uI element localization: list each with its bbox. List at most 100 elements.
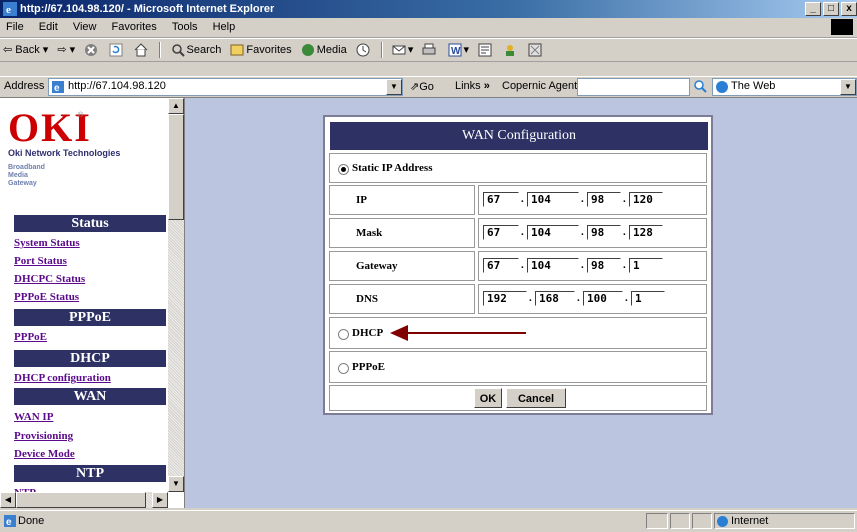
- go-button[interactable]: ⇗Go: [410, 80, 434, 93]
- status-panel: [692, 513, 712, 529]
- nav-link-port-status[interactable]: Port Status: [14, 255, 67, 267]
- print-button[interactable]: [419, 39, 441, 61]
- research-button[interactable]: [525, 39, 547, 61]
- static-ip-row[interactable]: Static IP Address: [329, 153, 707, 183]
- horizontal-scroll-thumb[interactable]: [16, 492, 146, 508]
- cancel-button[interactable]: Cancel: [506, 388, 566, 408]
- horizontal-scrollbar[interactable]: ◀ ▶: [0, 492, 168, 508]
- ip-octet-2[interactable]: 104: [527, 192, 579, 207]
- go-arrow-icon: ⇗: [410, 81, 420, 93]
- ip-octet-1[interactable]: 67: [483, 192, 519, 207]
- web-search-select[interactable]: The Web ▼: [712, 78, 857, 96]
- nav-link-pppoe-status[interactable]: PPPoE Status: [14, 291, 79, 303]
- svg-text:W: W: [451, 46, 461, 57]
- menu-favorites[interactable]: Favorites: [106, 21, 163, 33]
- vertical-scrollbar[interactable]: ▲ ▼: [168, 98, 184, 492]
- media-label: Media: [316, 44, 347, 56]
- scroll-down-button[interactable]: ▼: [168, 476, 184, 492]
- ip-label: IP: [329, 185, 475, 215]
- address-input[interactable]: e http://67.104.98.120 ▼: [48, 78, 403, 96]
- ip-octet-4[interactable]: 120: [629, 192, 663, 207]
- edit-button[interactable]: W ▾: [445, 39, 473, 61]
- close-button[interactable]: x: [841, 2, 857, 16]
- nav-link-wan-ip[interactable]: WAN IP: [14, 411, 53, 423]
- main-content-frame: WAN Configuration Static IP Address IP 6…: [185, 98, 857, 508]
- internet-zone-icon: [717, 515, 728, 527]
- refresh-button[interactable]: [106, 39, 128, 61]
- scroll-left-button[interactable]: ◀: [0, 492, 16, 508]
- dns-octet-1[interactable]: 192: [483, 291, 527, 306]
- copernic-input[interactable]: [577, 78, 690, 96]
- go-label: Go: [419, 81, 434, 93]
- forward-button[interactable]: ⇨ ▾: [54, 39, 78, 61]
- messenger-button[interactable]: [500, 39, 522, 61]
- mask-octet-2[interactable]: 104: [527, 225, 579, 240]
- media-button[interactable]: Media: [298, 39, 350, 61]
- toolbar-separator: [380, 42, 383, 59]
- octet-dot: .: [529, 292, 532, 304]
- gateway-value-cell: 67. 104. 98. 1: [478, 251, 707, 281]
- nav-link-pppoe[interactable]: PPPoE: [14, 331, 47, 343]
- mask-octet-4[interactable]: 128: [629, 225, 663, 240]
- links-button[interactable]: Links »: [455, 80, 490, 92]
- nav-link-system-status[interactable]: System Status: [14, 237, 80, 249]
- favorites-button[interactable]: Favorites: [227, 39, 294, 61]
- menu-view[interactable]: View: [67, 21, 103, 33]
- stop-button[interactable]: [81, 39, 103, 61]
- search-button[interactable]: Search: [168, 39, 225, 61]
- history-button[interactable]: [353, 39, 375, 61]
- search-magnifier-icon[interactable]: [694, 80, 707, 93]
- ip-octet-3[interactable]: 98: [587, 192, 621, 207]
- wan-configuration-title: WAN Configuration: [329, 121, 709, 151]
- pppoe-row[interactable]: PPPoE: [329, 351, 707, 383]
- gateway-octet-4[interactable]: 1: [629, 258, 663, 273]
- dhcp-radio[interactable]: [338, 329, 349, 340]
- nav-link-dhcp-configuration[interactable]: DHCP configuration: [14, 372, 111, 384]
- address-dropdown-button[interactable]: ▼: [386, 79, 402, 95]
- address-url: http://67.104.98.120: [68, 80, 166, 92]
- nav-link-device-mode[interactable]: Device Mode: [14, 448, 75, 460]
- ok-button[interactable]: OK: [474, 388, 502, 408]
- mail-button[interactable]: ▾: [389, 39, 417, 61]
- nav-link-dhcpc-status[interactable]: DHCPC Status: [14, 273, 85, 285]
- print-icon: [422, 43, 436, 55]
- menu-file[interactable]: File: [0, 21, 30, 33]
- nav-header-status: Status: [14, 215, 166, 232]
- mask-octet-1[interactable]: 67: [483, 225, 519, 240]
- gateway-octet-3[interactable]: 98: [587, 258, 621, 273]
- ie-icon: e: [3, 2, 17, 16]
- static-ip-label: Static IP Address: [352, 162, 433, 174]
- dhcp-row[interactable]: DHCP: [329, 317, 707, 349]
- pppoe-label: PPPoE: [352, 361, 385, 373]
- gateway-octet-1[interactable]: 67: [483, 258, 519, 273]
- scroll-right-button[interactable]: ▶: [152, 492, 168, 508]
- favorites-label: Favorites: [246, 44, 292, 56]
- gateway-octet-2[interactable]: 104: [527, 258, 579, 273]
- dns-label: DNS: [329, 284, 475, 314]
- back-button[interactable]: ⇦ Back ▾: [0, 39, 51, 61]
- forward-arrow-icon: ⇨: [57, 44, 67, 56]
- home-button[interactable]: [131, 39, 153, 61]
- web-search-dropdown-button[interactable]: ▼: [840, 79, 856, 95]
- pppoe-radio[interactable]: [338, 363, 349, 374]
- mask-octet-3[interactable]: 98: [587, 225, 621, 240]
- back-arrow-icon: ⇦: [3, 44, 13, 56]
- dns-octet-3[interactable]: 100: [583, 291, 623, 306]
- minimize-button[interactable]: _: [805, 2, 821, 16]
- menu-help[interactable]: Help: [207, 21, 242, 33]
- menu-tools[interactable]: Tools: [166, 21, 204, 33]
- status-panel: [670, 513, 690, 529]
- restore-button[interactable]: □: [823, 2, 839, 16]
- menu-bar: File Edit View Favorites Tools Help: [0, 18, 857, 38]
- static-ip-radio[interactable]: [338, 164, 349, 175]
- vertical-scroll-thumb[interactable]: [168, 114, 184, 220]
- links-label: Links: [455, 80, 481, 92]
- scroll-up-button[interactable]: ▲: [168, 98, 184, 114]
- nav-link-provisioning[interactable]: Provisioning: [14, 430, 73, 442]
- nav-header-ntp: NTP: [14, 465, 166, 482]
- discuss-button[interactable]: [475, 39, 497, 61]
- dns-octet-2[interactable]: 168: [535, 291, 575, 306]
- search-label: Search: [186, 44, 222, 56]
- menu-edit[interactable]: Edit: [33, 21, 64, 33]
- dns-octet-4[interactable]: 1: [631, 291, 665, 306]
